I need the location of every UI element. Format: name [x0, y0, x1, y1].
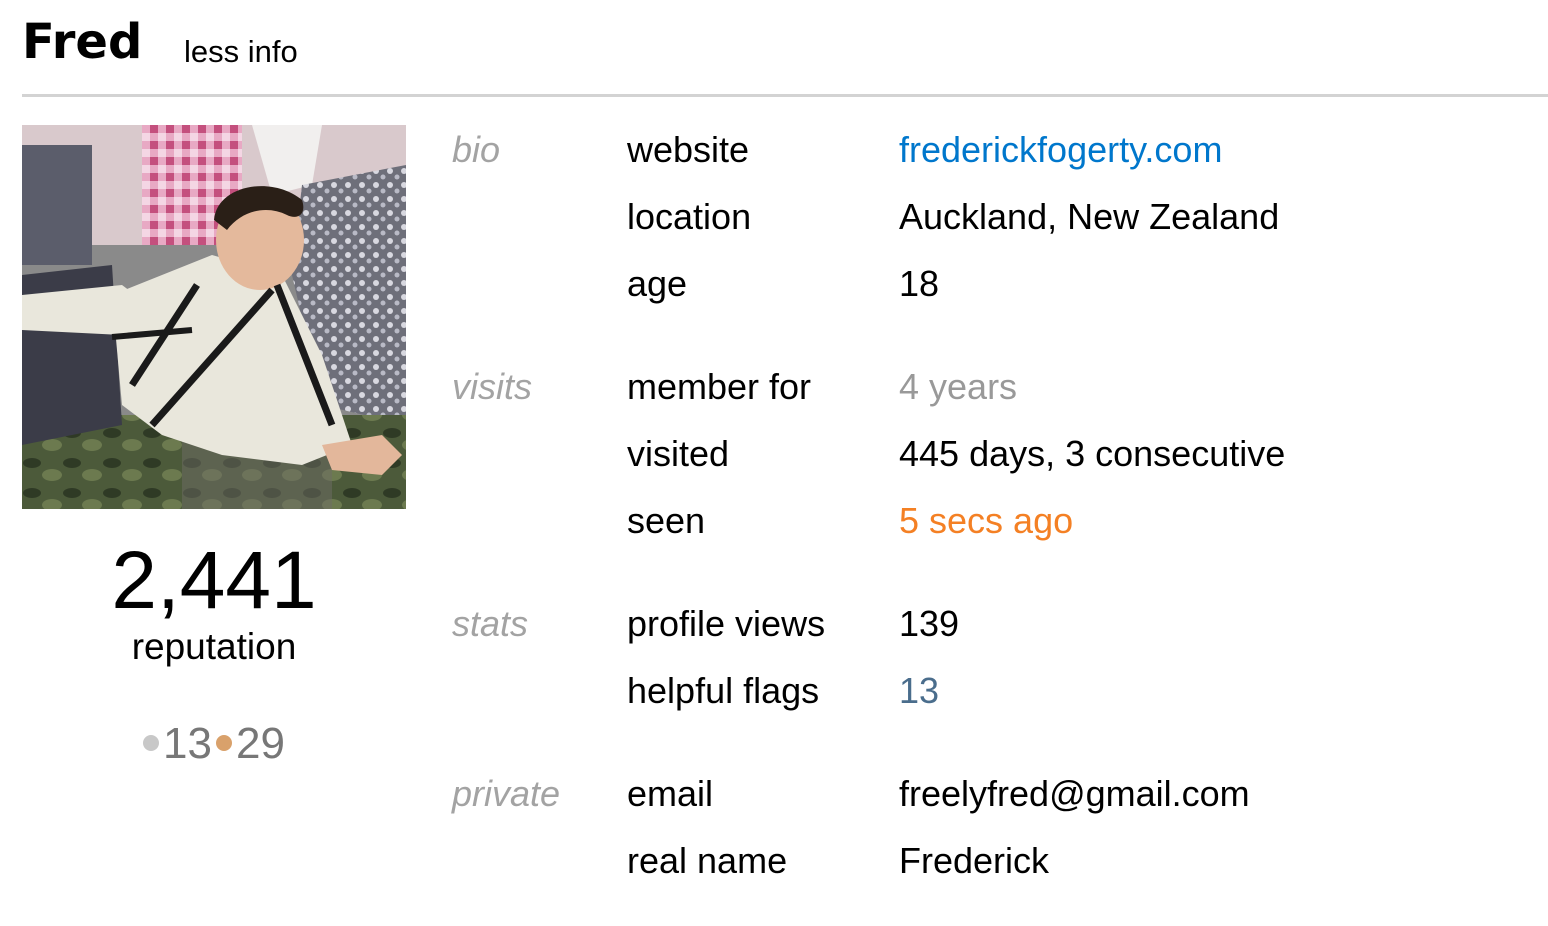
- avatar: [22, 125, 406, 509]
- group-label-stats: stats: [452, 603, 529, 644]
- group-label-visits: visits: [452, 366, 532, 407]
- seen-label: seen: [627, 500, 706, 541]
- profile-views-value: 139: [899, 603, 960, 644]
- reputation-label: reputation: [131, 626, 297, 667]
- age-value: 18: [899, 263, 940, 304]
- bronze-badge-icon: [216, 735, 232, 752]
- group-label-bio: bio: [452, 129, 501, 170]
- silver-badge-count: 13: [163, 719, 212, 768]
- visited-label: visited: [627, 433, 730, 474]
- location-value: Auckland, New Zealand: [899, 196, 1280, 237]
- group-label-private: private: [452, 773, 561, 814]
- member-for-label: member for: [627, 366, 812, 407]
- silver-badges[interactable]: 13: [143, 716, 212, 772]
- profile-header: Fred less info: [22, 0, 1548, 97]
- badge-counts: 13 29: [22, 716, 406, 772]
- seen-value: 5 secs ago: [899, 500, 1074, 541]
- less-info-toggle[interactable]: less info: [184, 34, 298, 70]
- helpful-flags-value[interactable]: 13: [899, 669, 939, 713]
- bronze-badge-count: 29: [236, 719, 285, 768]
- website-link[interactable]: frederickfogerty.com: [899, 128, 1222, 172]
- real-name-value: Frederick: [899, 840, 1050, 881]
- helpful-flags-label: helpful flags: [627, 670, 820, 711]
- real-name-label: real name: [627, 840, 788, 881]
- reputation-block: 2,441 reputation: [22, 535, 406, 669]
- age-label: age: [627, 263, 688, 304]
- avatar-image: [22, 125, 406, 509]
- member-for-value: 4 years: [899, 366, 1018, 407]
- website-label: website: [627, 129, 750, 170]
- email-value: freelyfred@gmail.com: [899, 773, 1250, 814]
- user-name: Fred: [22, 14, 143, 70]
- profile-views-label: profile views: [627, 603, 826, 644]
- location-label: location: [627, 196, 752, 237]
- reputation-value: 2,441: [111, 535, 317, 626]
- silver-badge-icon: [143, 735, 160, 752]
- bronze-badges[interactable]: 29: [216, 716, 285, 772]
- visited-value: 445 days, 3 consecutive: [899, 433, 1286, 474]
- email-label: email: [627, 773, 714, 814]
